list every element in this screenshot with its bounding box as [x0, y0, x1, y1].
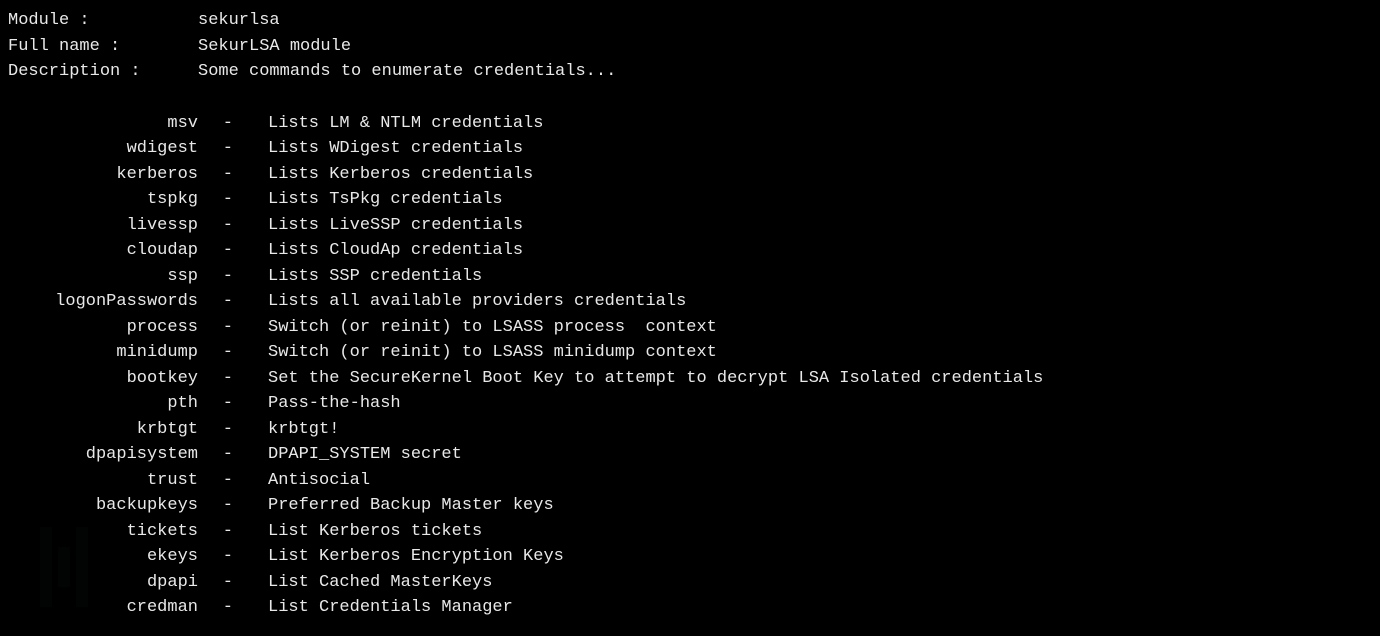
terminal-output: Module : sekurlsa Full name : SekurLSA m… — [8, 8, 1372, 621]
command-separator: - — [198, 544, 268, 570]
command-name: minidump — [8, 340, 198, 366]
command-separator: - — [198, 570, 268, 596]
command-row: credman - List Credentials Manager — [8, 595, 1372, 621]
command-description: Preferred Backup Master keys — [268, 493, 554, 519]
module-value: sekurlsa — [198, 8, 280, 34]
command-row: minidump - Switch (or reinit) to LSASS m… — [8, 340, 1372, 366]
command-separator: - — [198, 238, 268, 264]
command-row: dpapi - List Cached MasterKeys — [8, 570, 1372, 596]
command-row: pth - Pass-the-hash — [8, 391, 1372, 417]
command-row: logonPasswords - Lists all available pro… — [8, 289, 1372, 315]
command-name: msv — [8, 111, 198, 137]
command-separator: - — [198, 289, 268, 315]
command-row: bootkey - Set the SecureKernel Boot Key … — [8, 366, 1372, 392]
command-name: trust — [8, 468, 198, 494]
command-name: cloudap — [8, 238, 198, 264]
header-row-fullname: Full name : SekurLSA module — [8, 34, 1372, 60]
command-row: cloudap - Lists CloudAp credentials — [8, 238, 1372, 264]
command-separator: - — [198, 391, 268, 417]
command-description: List Kerberos tickets — [268, 519, 482, 545]
fullname-label: Full name : — [8, 34, 198, 60]
command-description: Lists LM & NTLM credentials — [268, 111, 543, 137]
command-name: logonPasswords — [8, 289, 198, 315]
command-row: livessp - Lists LiveSSP credentials — [8, 213, 1372, 239]
command-description: List Credentials Manager — [268, 595, 513, 621]
command-name: ssp — [8, 264, 198, 290]
command-name: bootkey — [8, 366, 198, 392]
command-name: tspkg — [8, 187, 198, 213]
command-description: Switch (or reinit) to LSASS process cont… — [268, 315, 717, 341]
command-description: Lists Kerberos credentials — [268, 162, 533, 188]
command-separator: - — [198, 595, 268, 621]
command-separator: - — [198, 519, 268, 545]
command-description: Pass-the-hash — [268, 391, 401, 417]
commands-list: msv - Lists LM & NTLM credentialswdigest… — [8, 111, 1372, 621]
command-row: ssp - Lists SSP credentials — [8, 264, 1372, 290]
command-description: List Kerberos Encryption Keys — [268, 544, 564, 570]
command-name: process — [8, 315, 198, 341]
command-name: backupkeys — [8, 493, 198, 519]
command-row: ekeys - List Kerberos Encryption Keys — [8, 544, 1372, 570]
command-name: kerberos — [8, 162, 198, 188]
command-name: dpapi — [8, 570, 198, 596]
fullname-value: SekurLSA module — [198, 34, 351, 60]
command-name: ekeys — [8, 544, 198, 570]
command-separator: - — [198, 162, 268, 188]
command-separator: - — [198, 442, 268, 468]
command-separator: - — [198, 366, 268, 392]
command-separator: - — [198, 493, 268, 519]
command-row: tspkg - Lists TsPkg credentials — [8, 187, 1372, 213]
command-name: credman — [8, 595, 198, 621]
command-separator: - — [198, 468, 268, 494]
command-description: DPAPI_SYSTEM secret — [268, 442, 462, 468]
command-description: Antisocial — [268, 468, 370, 494]
command-name: wdigest — [8, 136, 198, 162]
header-row-description: Description : Some commands to enumerate… — [8, 59, 1372, 85]
command-row: kerberos - Lists Kerberos credentials — [8, 162, 1372, 188]
command-name: pth — [8, 391, 198, 417]
command-row: msv - Lists LM & NTLM credentials — [8, 111, 1372, 137]
command-row: process - Switch (or reinit) to LSASS pr… — [8, 315, 1372, 341]
command-description: List Cached MasterKeys — [268, 570, 492, 596]
command-description: Lists SSP credentials — [268, 264, 482, 290]
command-row: wdigest - Lists WDigest credentials — [8, 136, 1372, 162]
description-value: Some commands to enumerate credentials..… — [198, 59, 616, 85]
command-separator: - — [198, 187, 268, 213]
description-label: Description : — [8, 59, 198, 85]
command-row: krbtgt - krbtgt! — [8, 417, 1372, 443]
command-separator: - — [198, 340, 268, 366]
command-name: dpapisystem — [8, 442, 198, 468]
command-description: Lists WDigest credentials — [268, 136, 523, 162]
command-description: Set the SecureKernel Boot Key to attempt… — [268, 366, 1043, 392]
command-name: krbtgt — [8, 417, 198, 443]
command-row: tickets - List Kerberos tickets — [8, 519, 1372, 545]
command-row: backupkeys - Preferred Backup Master key… — [8, 493, 1372, 519]
command-separator: - — [198, 136, 268, 162]
command-description: Lists TsPkg credentials — [268, 187, 503, 213]
command-description: Switch (or reinit) to LSASS minidump con… — [268, 340, 717, 366]
command-row: dpapisystem - DPAPI_SYSTEM secret — [8, 442, 1372, 468]
command-description: Lists all available providers credential… — [268, 289, 686, 315]
command-separator: - — [198, 264, 268, 290]
command-row: trust - Antisocial — [8, 468, 1372, 494]
command-name: tickets — [8, 519, 198, 545]
module-label: Module : — [8, 8, 198, 34]
command-name: livessp — [8, 213, 198, 239]
command-separator: - — [198, 213, 268, 239]
command-description: krbtgt! — [268, 417, 339, 443]
command-separator: - — [198, 417, 268, 443]
command-description: Lists CloudAp credentials — [268, 238, 523, 264]
header-row-module: Module : sekurlsa — [8, 8, 1372, 34]
command-separator: - — [198, 315, 268, 341]
command-description: Lists LiveSSP credentials — [268, 213, 523, 239]
command-separator: - — [198, 111, 268, 137]
